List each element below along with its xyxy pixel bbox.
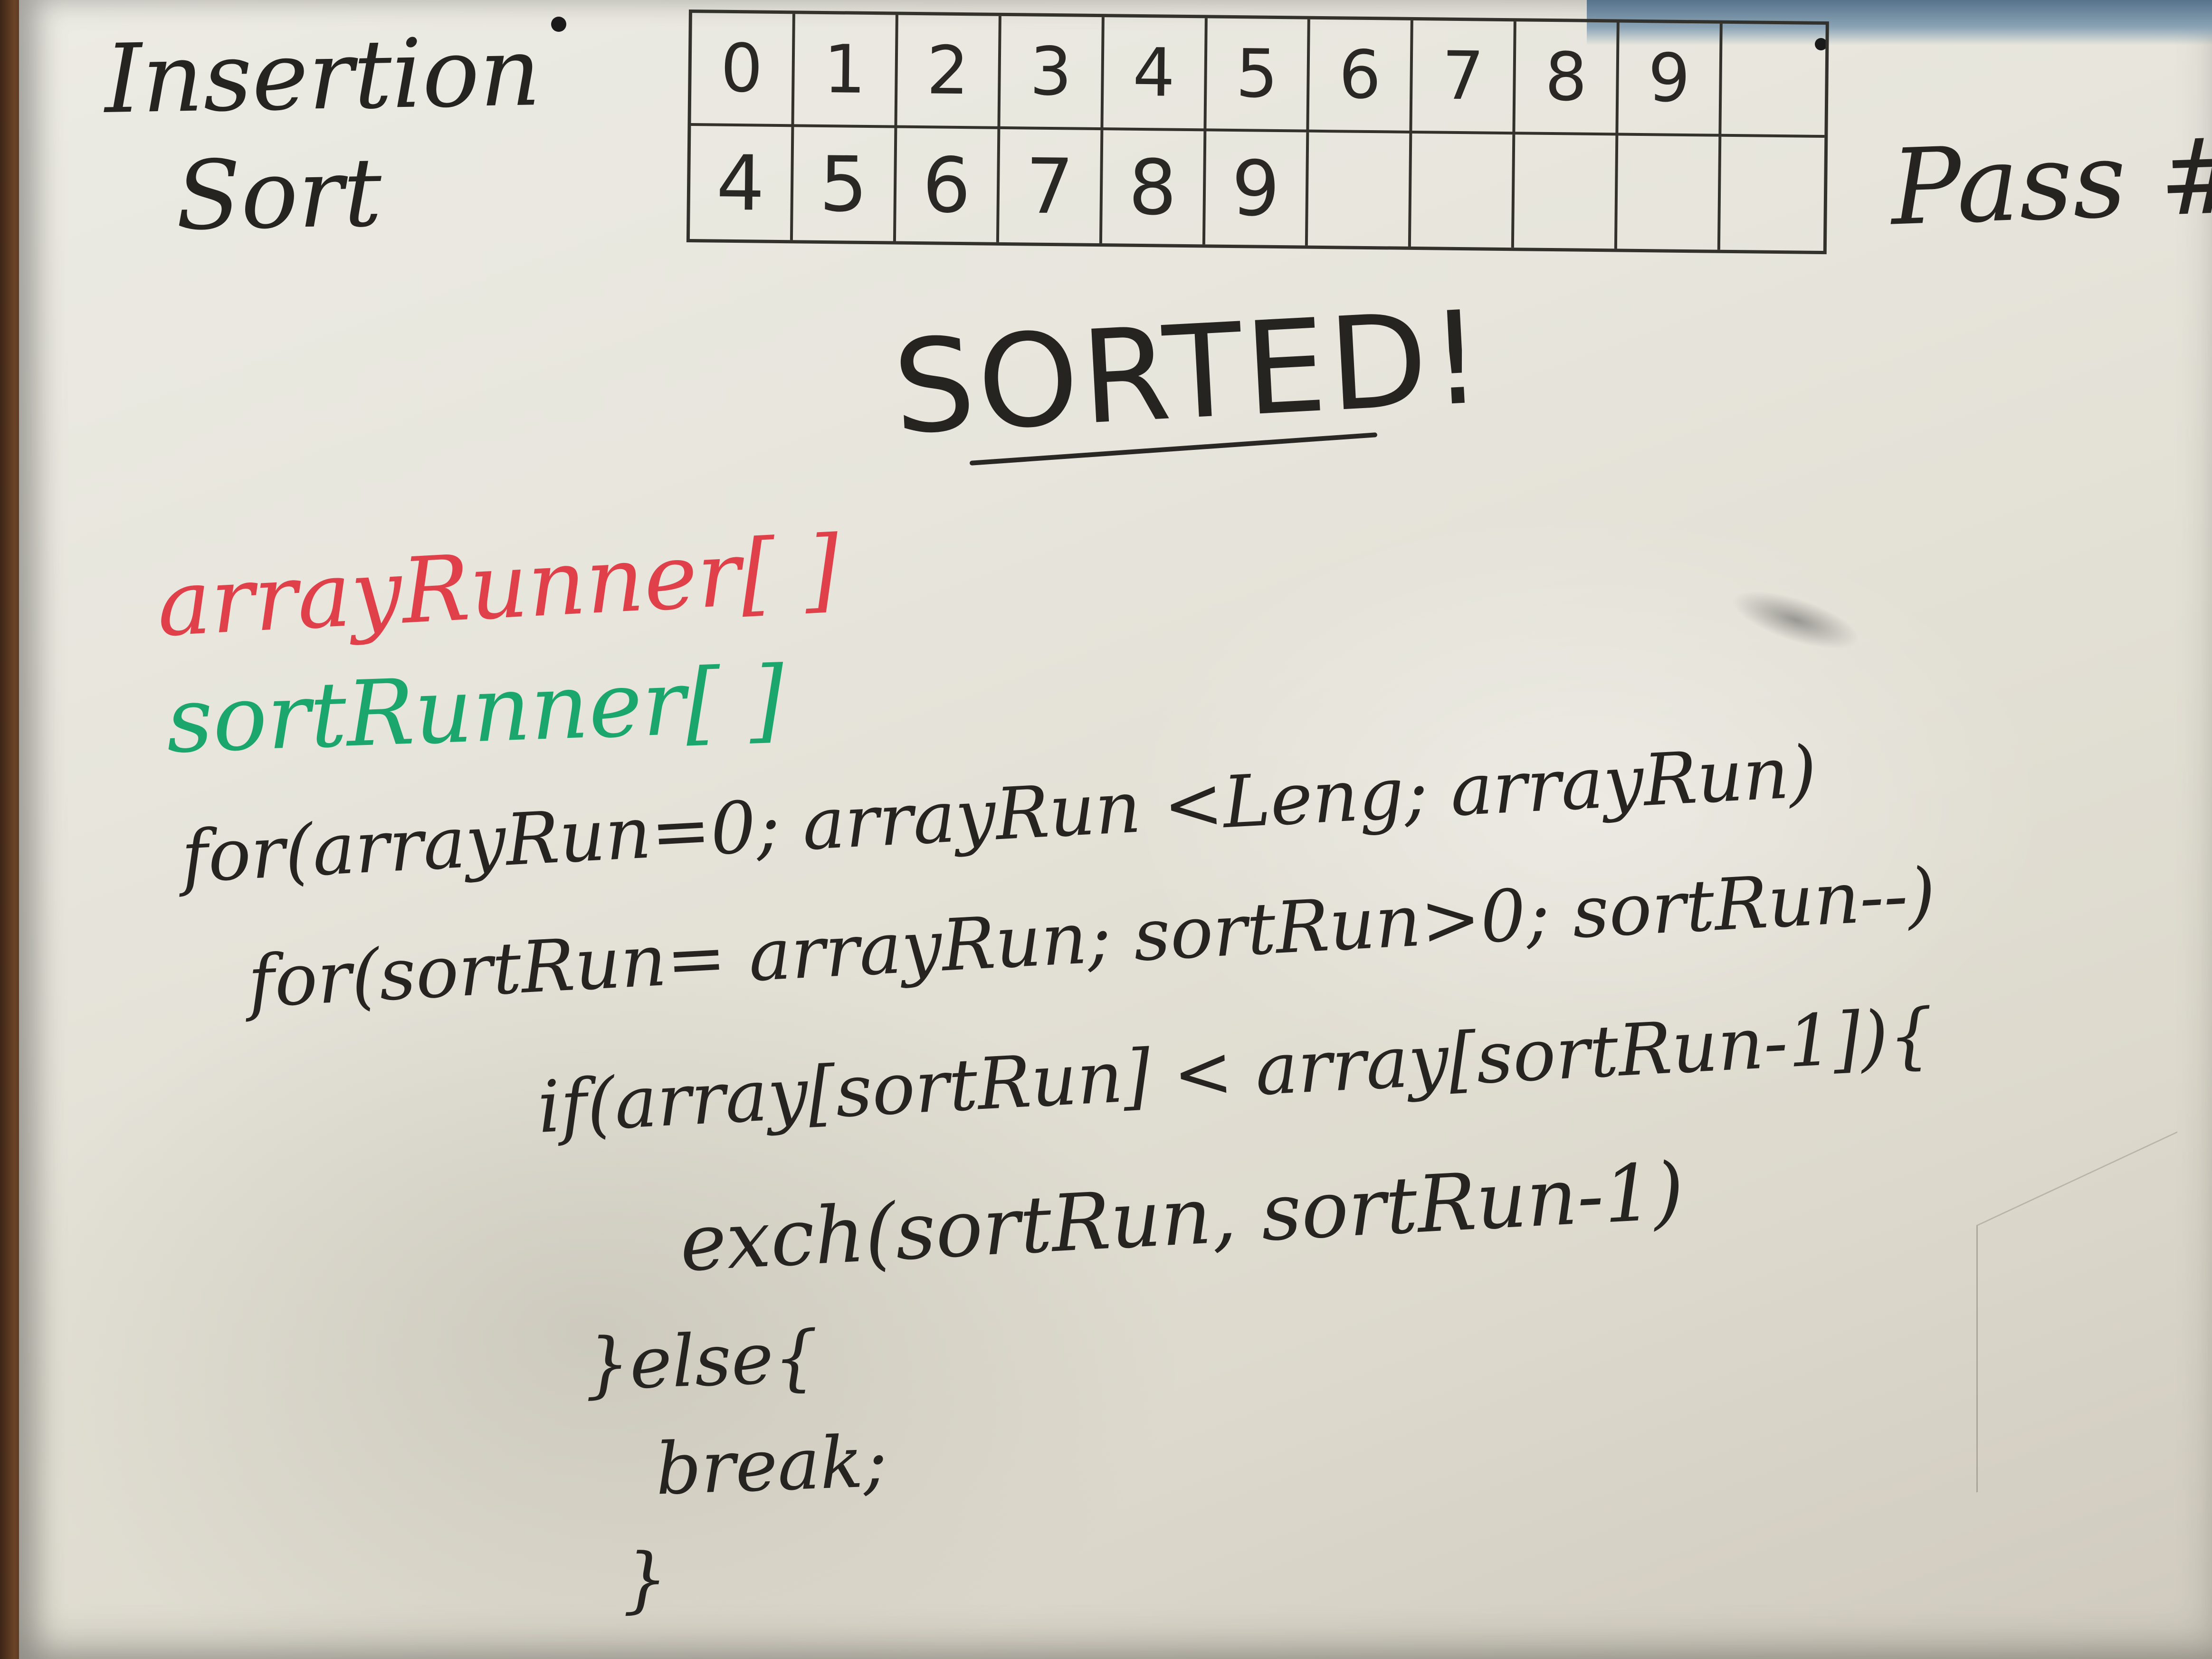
eraser-smudge <box>1726 579 1866 661</box>
array-index-cell: 0 <box>691 13 795 127</box>
title-sort: Sort <box>174 137 383 252</box>
array-index-cell: 1 <box>794 14 898 128</box>
sorted-headline: SORTED! <box>889 282 1488 463</box>
array-index-cell: 3 <box>1000 16 1105 131</box>
whiteboard: Insertion Sort 0123456789456789 Pass #7 … <box>19 0 2212 1659</box>
array-value-cell: 4 <box>689 126 794 240</box>
array-value-cell <box>1514 134 1619 249</box>
whiteboard-photo: Insertion Sort 0123456789456789 Pass #7 … <box>0 0 2212 1659</box>
array-value-cell <box>1308 132 1412 247</box>
array-value-cell <box>1617 135 1722 250</box>
code-line-if: if(array[sortRun] < array[sortRun-1]){ <box>535 993 1936 1149</box>
sort-runner-label: sortRunner[ ] <box>164 647 786 773</box>
array-index-cell: 4 <box>1103 17 1208 132</box>
code-line-close-brace: } <box>621 1538 668 1621</box>
title-insertion: Insertion <box>104 17 542 135</box>
array-value-cell: 9 <box>1205 131 1309 246</box>
magnet-dot <box>551 17 566 32</box>
array-value-cell <box>1411 133 1516 248</box>
array-value-cell: 5 <box>792 127 897 241</box>
faint-pencil-marks <box>1976 1131 2177 1493</box>
array-runner-label: arrayRunner[ ] <box>154 516 842 657</box>
array-index-cell: 5 <box>1206 18 1311 133</box>
code-line-inner-for: for(sortRun= arrayRun; sortRun>0; sortRu… <box>246 853 1938 1024</box>
array-value-cell: 8 <box>1102 130 1206 245</box>
array-value-cell <box>1720 137 1824 251</box>
code-line-exch: exch(sortRun, sortRun-1) <box>677 1145 1687 1289</box>
array-index-cell: 7 <box>1412 20 1517 135</box>
array-value-cell: 6 <box>896 128 1001 242</box>
array-index-cell <box>1721 23 1826 138</box>
array-value-cell: 7 <box>999 129 1104 244</box>
array-index-cell: 9 <box>1618 22 1723 137</box>
pass-label: Pass #7 <box>1888 112 2212 249</box>
array-index-cell: 2 <box>897 15 1001 129</box>
code-line-break: break; <box>654 1420 889 1511</box>
array-index-cell: 6 <box>1309 19 1414 133</box>
code-line-else: }else{ <box>583 1316 820 1407</box>
array-index-cell: 8 <box>1515 21 1620 136</box>
array-table: 0123456789456789 <box>686 10 1829 255</box>
